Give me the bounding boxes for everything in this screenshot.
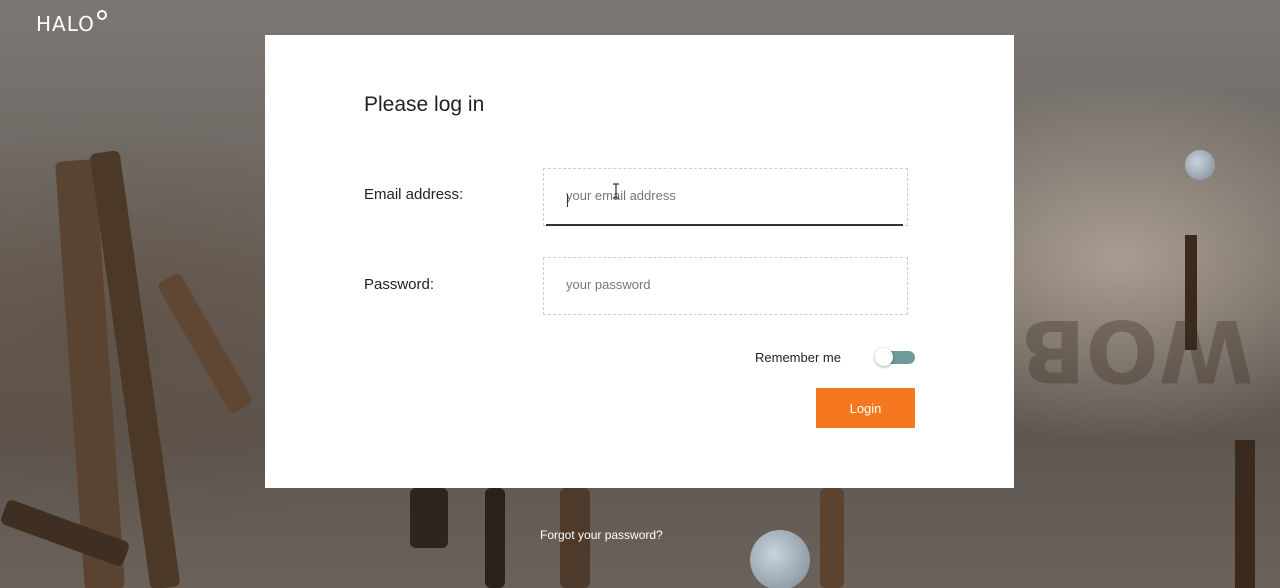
password-label: Password: <box>364 276 435 293</box>
password-field[interactable]: your password <box>543 257 908 315</box>
password-placeholder: your password <box>566 277 651 292</box>
logo-text: HALO <box>36 12 95 36</box>
login-button[interactable]: Login <box>816 388 915 428</box>
text-caret <box>567 194 568 207</box>
halo-logo: HALO <box>36 10 107 36</box>
toggle-knob <box>875 348 893 366</box>
login-card: Please log in Email address: your email … <box>265 35 1014 488</box>
forgot-password-link[interactable]: Forgot your password? <box>540 528 663 542</box>
text-cursor-icon <box>613 183 619 199</box>
email-underline <box>546 224 903 226</box>
ring-icon <box>96 10 107 20</box>
remember-me-label: Remember me <box>755 350 841 365</box>
email-label: Email address: <box>364 186 464 203</box>
remember-me-toggle[interactable] <box>875 348 915 366</box>
page-title: Please log in <box>364 93 485 116</box>
email-field[interactable]: your email address <box>543 168 908 226</box>
